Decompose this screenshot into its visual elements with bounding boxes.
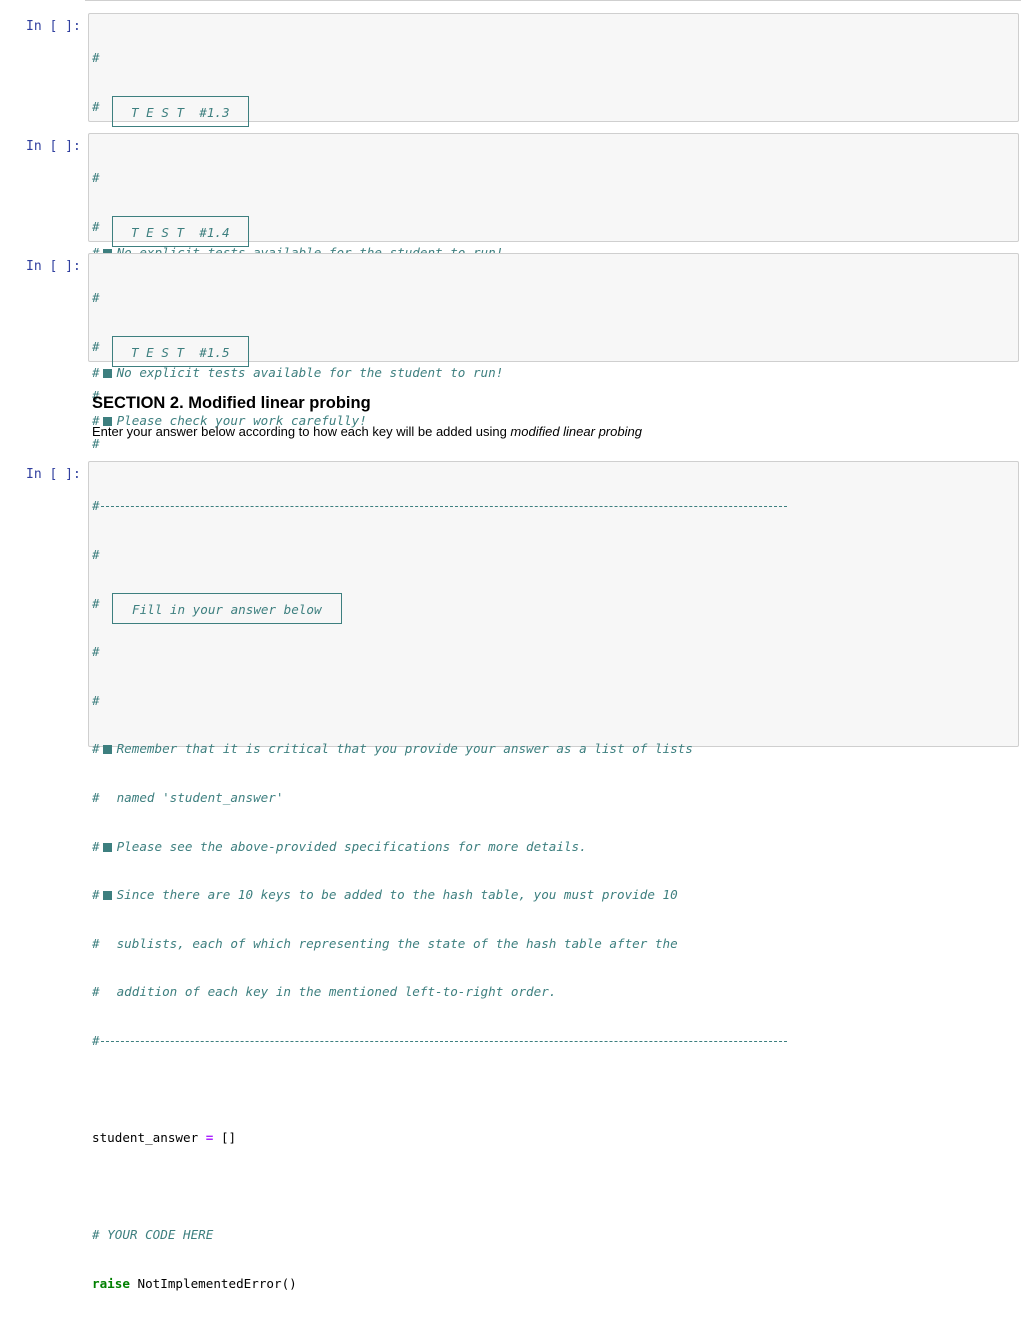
comment-text: Since there are 10 keys to be added to t… — [116, 887, 678, 903]
comment-hash: # — [92, 290, 100, 306]
comment-hash: # — [92, 984, 100, 1000]
raise-keyword: raise — [92, 1275, 130, 1291]
comment-hash: # — [92, 99, 100, 114]
test-title-box: T E S T #1.4 — [112, 216, 249, 247]
comment-text: Please see the above-provided specificat… — [116, 838, 587, 854]
previous-cell-bottom — [85, 0, 1021, 1]
code-editor[interactable]: # #T E S T #1.5 # # #No explicit tests a… — [88, 253, 1019, 548]
comment-hash: # — [92, 170, 100, 186]
comment-hash: # — [92, 1032, 100, 1048]
comment-text: addition of each key in the mentioned le… — [116, 984, 557, 1000]
code-editor[interactable]: # # # Fill in your answer below # # # Reme… — [88, 461, 1019, 1291]
comment-hash: # — [92, 339, 100, 354]
cell-prompt: In [ ]: — [26, 467, 81, 482]
section-heading: SECTION 2. Modified linear probing — [92, 394, 371, 412]
comment-hash: # — [92, 595, 100, 611]
comment-hash: # — [92, 935, 100, 951]
comment-hash: # — [92, 838, 100, 854]
comment-hash: # — [92, 644, 100, 660]
raise-expression: NotImplementedError() — [137, 1275, 297, 1291]
description-emphasis: modified linear probing — [510, 424, 642, 439]
comment-rule-line — [101, 1040, 787, 1042]
comment-hash: # — [92, 692, 100, 708]
code-editor[interactable]: # #T E S T #1.4 # # #No explicit tests a… — [88, 133, 1019, 428]
comment-text: sublists, each of which representing the… — [116, 935, 678, 951]
test-title-box: T E S T #1.5 — [112, 336, 249, 367]
comment-hash: # — [92, 50, 100, 66]
comment-hash: # — [92, 547, 100, 562]
section-description: Enter your answer below according to how… — [92, 424, 642, 439]
comment-rule-line — [101, 506, 787, 508]
code-editor[interactable]: # #T E S T #1.3 # # #No explicit tests a… — [88, 13, 1019, 308]
assign-operator: = — [205, 1130, 214, 1146]
cell-prompt: In [ ]: — [26, 259, 81, 274]
test-title-box: T E S T #1.3 — [112, 96, 249, 127]
placeholder-comment: # YOUR CODE HERE — [92, 1227, 214, 1243]
cell-prompt: In [ ]: — [26, 19, 81, 34]
comment-text: named 'student_answer' — [116, 789, 284, 805]
comment-hash: # — [92, 789, 100, 805]
list-literal: [] — [220, 1130, 237, 1146]
square-bullet-icon — [102, 842, 112, 852]
comment-hash: # — [92, 219, 100, 234]
markdown-cell[interactable]: SECTION 2. Modified linear probing Enter… — [92, 394, 642, 439]
cell-prompt: In [ ]: — [26, 139, 81, 154]
comment-hash: # — [92, 498, 100, 514]
comment-hash: # — [92, 887, 100, 903]
answer-title-box: Fill in your answer below — [112, 592, 342, 624]
square-bullet-icon — [102, 891, 112, 901]
comment-text: Remember that it is critical that you pr… — [116, 741, 693, 757]
variable-name: student_answer — [92, 1130, 199, 1146]
comment-hash: # — [92, 741, 100, 757]
description-text: Enter your answer below according to how… — [92, 424, 511, 439]
